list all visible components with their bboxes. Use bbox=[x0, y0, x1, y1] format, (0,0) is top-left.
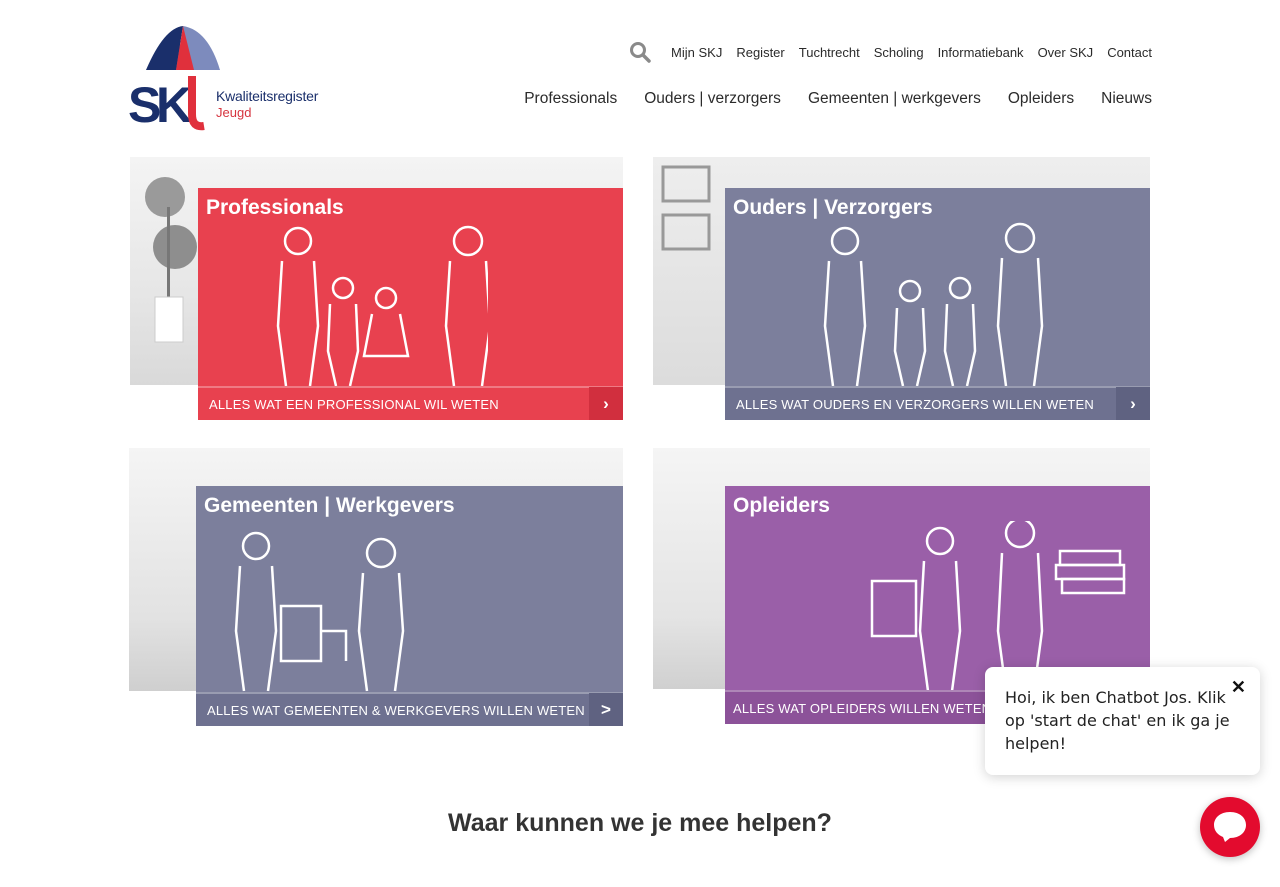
family-illustration bbox=[823, 222, 1044, 386]
tile-cta-text: ALLES WAT EEN PROFESSIONAL WIL WETEN bbox=[209, 396, 499, 412]
svg-text:K: K bbox=[156, 77, 192, 132]
chat-launcher-button[interactable] bbox=[1200, 797, 1260, 857]
chat-bubble-icon bbox=[1214, 812, 1246, 842]
main-navigation: Professionals Ouders | verzorgers Gemeen… bbox=[524, 90, 1152, 108]
top-navigation: Mijn SKJ Register Tuchtrecht Scholing In… bbox=[629, 41, 1152, 63]
frames-illustration bbox=[661, 165, 711, 251]
topnav-tuchtrecht[interactable]: Tuchtrecht bbox=[799, 45, 860, 60]
topnav-informatiebank[interactable]: Informatiebank bbox=[938, 45, 1024, 60]
mainnav-opleiders[interactable]: Opleiders bbox=[1008, 90, 1074, 108]
teachers-illustration bbox=[870, 521, 1126, 691]
tile-cta-text: ALLES WAT OUDERS EN VERZORGERS WILLEN WE… bbox=[736, 396, 1094, 412]
mainnav-gemeenten-werkgevers[interactable]: Gemeenten | werkgevers bbox=[808, 90, 981, 108]
topnav-over-skj[interactable]: Over SKJ bbox=[1038, 45, 1094, 60]
search-icon[interactable] bbox=[629, 41, 651, 63]
skj-logo[interactable]: S K Kwaliteitsregister Jeugd bbox=[128, 26, 328, 132]
tile-ouders-verzorgers[interactable]: Ouders | Verzorgers ALLES WAT OUDERS EN … bbox=[653, 157, 1150, 420]
family-illustration bbox=[276, 225, 488, 386]
chevron-right-icon[interactable]: > bbox=[589, 693, 623, 726]
mainnav-professionals[interactable]: Professionals bbox=[524, 90, 617, 108]
topnav-contact[interactable]: Contact bbox=[1107, 45, 1152, 60]
tile-panel: Gemeenten | Werkgevers bbox=[196, 486, 623, 726]
tile-gemeenten-werkgevers[interactable]: Gemeenten | Werkgevers ALLES WAT GEMEENT… bbox=[129, 448, 623, 726]
mainnav-ouders-verzorgers[interactable]: Ouders | verzorgers bbox=[644, 90, 781, 108]
mainnav-nieuws[interactable]: Nieuws bbox=[1101, 90, 1152, 108]
topnav-scholing[interactable]: Scholing bbox=[874, 45, 924, 60]
tile-professionals[interactable]: Professionals ALLES WAT EEN PROFESSIONAL… bbox=[130, 157, 623, 420]
tile-cta-bar[interactable]: ALLES WAT OUDERS EN VERZORGERS WILLEN WE… bbox=[725, 386, 1150, 420]
tile-cta-bar[interactable]: ALLES WAT EEN PROFESSIONAL WIL WETEN › bbox=[198, 386, 623, 420]
logo-text-jeugd: Jeugd bbox=[216, 105, 252, 120]
tile-title: Opleiders bbox=[733, 494, 830, 517]
chatbot-message-bubble[interactable]: ✕ Hoi, ik ben Chatbot Jos. Klik op 'star… bbox=[985, 667, 1260, 775]
topnav-register[interactable]: Register bbox=[736, 45, 784, 60]
topnav-mijn-skj[interactable]: Mijn SKJ bbox=[671, 45, 722, 60]
tile-title: Gemeenten | Werkgevers bbox=[204, 494, 455, 517]
close-icon[interactable]: ✕ bbox=[1231, 677, 1246, 698]
help-heading: Waar kunnen we je mee helpen? bbox=[448, 809, 832, 837]
logo-text-kwaliteitsregister: Kwaliteitsregister bbox=[216, 88, 319, 104]
chatbot-message-text: Hoi, ik ben Chatbot Jos. Klik op 'start … bbox=[1005, 688, 1230, 753]
workers-illustration bbox=[234, 531, 405, 692]
chevron-right-icon[interactable]: › bbox=[1116, 387, 1150, 420]
plant-illustration bbox=[145, 177, 197, 343]
chevron-right-icon[interactable]: › bbox=[589, 387, 623, 420]
tile-cta-text: ALLES WAT GEMEENTEN & WERKGEVERS WILLEN … bbox=[207, 702, 585, 718]
tile-cta-bar[interactable]: ALLES WAT GEMEENTEN & WERKGEVERS WILLEN … bbox=[196, 692, 623, 726]
